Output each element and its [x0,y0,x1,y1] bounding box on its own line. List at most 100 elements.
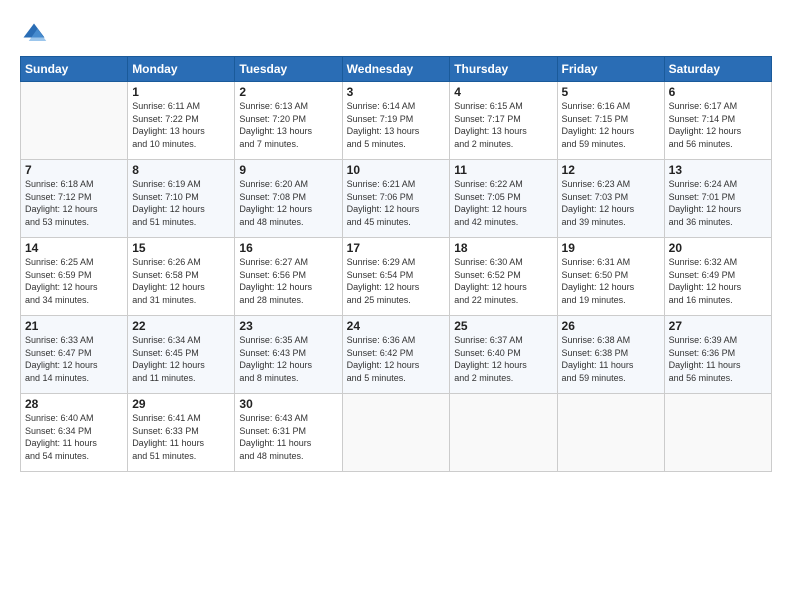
day-info: Sunrise: 6:30 AM Sunset: 6:52 PM Dayligh… [454,256,552,306]
calendar-cell: 19Sunrise: 6:31 AM Sunset: 6:50 PM Dayli… [557,238,664,316]
calendar-cell: 4Sunrise: 6:15 AM Sunset: 7:17 PM Daylig… [450,82,557,160]
calendar-cell: 27Sunrise: 6:39 AM Sunset: 6:36 PM Dayli… [664,316,771,394]
day-info: Sunrise: 6:32 AM Sunset: 6:49 PM Dayligh… [669,256,767,306]
calendar-cell: 8Sunrise: 6:19 AM Sunset: 7:10 PM Daylig… [128,160,235,238]
page: SundayMondayTuesdayWednesdayThursdayFrid… [0,0,792,612]
day-number: 27 [669,319,767,333]
day-number: 18 [454,241,552,255]
day-number: 13 [669,163,767,177]
day-info: Sunrise: 6:34 AM Sunset: 6:45 PM Dayligh… [132,334,230,384]
day-info: Sunrise: 6:35 AM Sunset: 6:43 PM Dayligh… [239,334,337,384]
day-info: Sunrise: 6:38 AM Sunset: 6:38 PM Dayligh… [562,334,660,384]
column-header-tuesday: Tuesday [235,57,342,82]
column-header-sunday: Sunday [21,57,128,82]
day-number: 19 [562,241,660,255]
day-number: 25 [454,319,552,333]
logo [20,20,52,48]
day-number: 2 [239,85,337,99]
day-number: 15 [132,241,230,255]
calendar-week-row: 28Sunrise: 6:40 AM Sunset: 6:34 PM Dayli… [21,394,772,472]
calendar-cell [21,82,128,160]
calendar-week-row: 1Sunrise: 6:11 AM Sunset: 7:22 PM Daylig… [21,82,772,160]
day-info: Sunrise: 6:25 AM Sunset: 6:59 PM Dayligh… [25,256,123,306]
day-info: Sunrise: 6:21 AM Sunset: 7:06 PM Dayligh… [347,178,446,228]
calendar-cell [342,394,450,472]
calendar-cell: 6Sunrise: 6:17 AM Sunset: 7:14 PM Daylig… [664,82,771,160]
day-info: Sunrise: 6:11 AM Sunset: 7:22 PM Dayligh… [132,100,230,150]
day-number: 3 [347,85,446,99]
calendar-cell: 16Sunrise: 6:27 AM Sunset: 6:56 PM Dayli… [235,238,342,316]
day-number: 24 [347,319,446,333]
calendar-week-row: 21Sunrise: 6:33 AM Sunset: 6:47 PM Dayli… [21,316,772,394]
day-number: 11 [454,163,552,177]
day-number: 26 [562,319,660,333]
calendar-cell: 23Sunrise: 6:35 AM Sunset: 6:43 PM Dayli… [235,316,342,394]
calendar-cell: 12Sunrise: 6:23 AM Sunset: 7:03 PM Dayli… [557,160,664,238]
day-number: 29 [132,397,230,411]
day-info: Sunrise: 6:23 AM Sunset: 7:03 PM Dayligh… [562,178,660,228]
column-header-friday: Friday [557,57,664,82]
day-number: 7 [25,163,123,177]
calendar-cell: 15Sunrise: 6:26 AM Sunset: 6:58 PM Dayli… [128,238,235,316]
day-number: 20 [669,241,767,255]
day-number: 30 [239,397,337,411]
day-number: 5 [562,85,660,99]
column-header-wednesday: Wednesday [342,57,450,82]
day-info: Sunrise: 6:20 AM Sunset: 7:08 PM Dayligh… [239,178,337,228]
calendar-cell: 3Sunrise: 6:14 AM Sunset: 7:19 PM Daylig… [342,82,450,160]
calendar-cell: 5Sunrise: 6:16 AM Sunset: 7:15 PM Daylig… [557,82,664,160]
calendar-cell: 29Sunrise: 6:41 AM Sunset: 6:33 PM Dayli… [128,394,235,472]
logo-icon [20,20,48,48]
day-number: 14 [25,241,123,255]
calendar-week-row: 14Sunrise: 6:25 AM Sunset: 6:59 PM Dayli… [21,238,772,316]
day-info: Sunrise: 6:41 AM Sunset: 6:33 PM Dayligh… [132,412,230,462]
day-info: Sunrise: 6:22 AM Sunset: 7:05 PM Dayligh… [454,178,552,228]
day-info: Sunrise: 6:17 AM Sunset: 7:14 PM Dayligh… [669,100,767,150]
calendar: SundayMondayTuesdayWednesdayThursdayFrid… [20,56,772,472]
calendar-cell: 13Sunrise: 6:24 AM Sunset: 7:01 PM Dayli… [664,160,771,238]
day-info: Sunrise: 6:40 AM Sunset: 6:34 PM Dayligh… [25,412,123,462]
day-number: 16 [239,241,337,255]
day-info: Sunrise: 6:39 AM Sunset: 6:36 PM Dayligh… [669,334,767,384]
calendar-cell: 1Sunrise: 6:11 AM Sunset: 7:22 PM Daylig… [128,82,235,160]
day-info: Sunrise: 6:31 AM Sunset: 6:50 PM Dayligh… [562,256,660,306]
day-info: Sunrise: 6:37 AM Sunset: 6:40 PM Dayligh… [454,334,552,384]
header [20,16,772,48]
calendar-cell: 14Sunrise: 6:25 AM Sunset: 6:59 PM Dayli… [21,238,128,316]
day-info: Sunrise: 6:33 AM Sunset: 6:47 PM Dayligh… [25,334,123,384]
day-info: Sunrise: 6:36 AM Sunset: 6:42 PM Dayligh… [347,334,446,384]
day-number: 12 [562,163,660,177]
calendar-cell: 20Sunrise: 6:32 AM Sunset: 6:49 PM Dayli… [664,238,771,316]
day-number: 8 [132,163,230,177]
calendar-cell: 18Sunrise: 6:30 AM Sunset: 6:52 PM Dayli… [450,238,557,316]
day-info: Sunrise: 6:29 AM Sunset: 6:54 PM Dayligh… [347,256,446,306]
calendar-cell [450,394,557,472]
calendar-cell [557,394,664,472]
calendar-cell: 30Sunrise: 6:43 AM Sunset: 6:31 PM Dayli… [235,394,342,472]
calendar-cell: 11Sunrise: 6:22 AM Sunset: 7:05 PM Dayli… [450,160,557,238]
day-info: Sunrise: 6:15 AM Sunset: 7:17 PM Dayligh… [454,100,552,150]
day-info: Sunrise: 6:18 AM Sunset: 7:12 PM Dayligh… [25,178,123,228]
calendar-cell: 28Sunrise: 6:40 AM Sunset: 6:34 PM Dayli… [21,394,128,472]
calendar-cell: 26Sunrise: 6:38 AM Sunset: 6:38 PM Dayli… [557,316,664,394]
column-header-monday: Monday [128,57,235,82]
column-header-thursday: Thursday [450,57,557,82]
calendar-cell: 2Sunrise: 6:13 AM Sunset: 7:20 PM Daylig… [235,82,342,160]
calendar-cell: 7Sunrise: 6:18 AM Sunset: 7:12 PM Daylig… [21,160,128,238]
day-info: Sunrise: 6:13 AM Sunset: 7:20 PM Dayligh… [239,100,337,150]
day-info: Sunrise: 6:27 AM Sunset: 6:56 PM Dayligh… [239,256,337,306]
day-number: 9 [239,163,337,177]
day-number: 28 [25,397,123,411]
day-info: Sunrise: 6:43 AM Sunset: 6:31 PM Dayligh… [239,412,337,462]
day-number: 4 [454,85,552,99]
day-number: 23 [239,319,337,333]
calendar-cell: 22Sunrise: 6:34 AM Sunset: 6:45 PM Dayli… [128,316,235,394]
day-info: Sunrise: 6:24 AM Sunset: 7:01 PM Dayligh… [669,178,767,228]
calendar-cell: 9Sunrise: 6:20 AM Sunset: 7:08 PM Daylig… [235,160,342,238]
calendar-week-row: 7Sunrise: 6:18 AM Sunset: 7:12 PM Daylig… [21,160,772,238]
day-info: Sunrise: 6:14 AM Sunset: 7:19 PM Dayligh… [347,100,446,150]
day-number: 17 [347,241,446,255]
calendar-cell: 25Sunrise: 6:37 AM Sunset: 6:40 PM Dayli… [450,316,557,394]
calendar-cell: 24Sunrise: 6:36 AM Sunset: 6:42 PM Dayli… [342,316,450,394]
calendar-cell [664,394,771,472]
